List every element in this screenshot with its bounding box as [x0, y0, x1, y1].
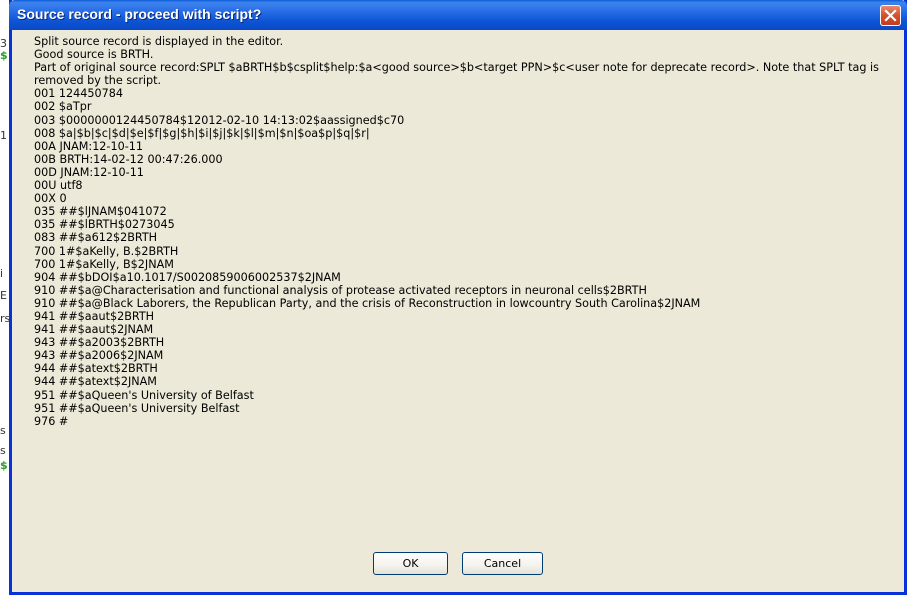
message-line: 951 ##$aQueen's University Belfast — [34, 401, 240, 415]
message-line: 944 ##$atext$2BRTH — [34, 362, 158, 376]
message-line: Part of original source record:SPLT $aBR… — [34, 61, 883, 88]
message-line: 035 ##$lBRTH$0273045 — [34, 218, 175, 232]
background-text: i — [0, 267, 4, 280]
message-line: 00A JNAM:12-10-11 — [34, 139, 143, 153]
ok-button[interactable]: OK — [373, 552, 448, 575]
message-line: 00U utf8 — [34, 179, 83, 193]
close-icon — [884, 9, 897, 22]
message-line: 083 ##$a612$2BRTH — [34, 231, 158, 245]
background-text: s — [0, 424, 6, 437]
dialog-title: Source record - proceed with script? — [17, 6, 262, 22]
message-line: 700 1#$aKelly, B$2JNAM — [34, 257, 174, 271]
message-line: 943 ##$a2006$2JNAM — [34, 349, 164, 363]
message-line: 002 $aTpr — [34, 100, 92, 114]
message-line: 035 ##$lJNAM$041072 — [34, 205, 167, 219]
message-line: 951 ##$aQueen's University of Belfast — [34, 388, 254, 402]
message-line: 910 ##$a@Characterisation and functional… — [34, 283, 647, 297]
background-text: E — [0, 289, 7, 302]
message-line: 910 ##$a@Black Laborers, the Republican … — [34, 296, 701, 310]
title-bar[interactable]: Source record - proceed with script? — [9, 0, 907, 30]
background-text: $ — [0, 49, 8, 62]
background-text: s — [0, 444, 6, 457]
message-line: 003 $0000000124450784$12012-02-10 14:13:… — [34, 113, 405, 127]
button-row: OK Cancel — [12, 552, 904, 575]
message-line: 944 ##$atext$2JNAM — [34, 375, 157, 389]
message-line: 943 ##$a2003$2BRTH — [34, 336, 165, 350]
message-line: 700 1#$aKelly, B.$2BRTH — [34, 244, 179, 258]
message-line: 941 ##$aaut$2JNAM — [34, 323, 154, 337]
message-line: 00B BRTH:14-02-12 00:47:26.000 — [34, 152, 223, 166]
message-line: 941 ##$aaut$2BRTH — [34, 309, 155, 323]
message-line: 008 $a|$b|$c|$d|$e|$f|$g|$h|$i|$j|$k|$l|… — [34, 126, 370, 140]
background-text: 1 — [0, 129, 7, 142]
message-line: 904 ##$bDOI$a10.1017/S0020859006002537$2… — [34, 270, 341, 284]
message-line: 001 124450784 — [34, 87, 123, 101]
message-line: Split source record is displayed in the … — [34, 35, 284, 48]
cancel-button[interactable]: Cancel — [462, 552, 543, 575]
message-line: 976 # — [34, 414, 69, 428]
message-line: 00X 0 — [34, 192, 67, 206]
message-dialog: Source record - proceed with script? Spl… — [9, 0, 907, 595]
message-line: 00D JNAM:12-10-11 — [34, 165, 144, 179]
background-text: $ — [0, 459, 8, 472]
message-line: Good source is BRTH. — [34, 48, 154, 62]
message-text: Split source record is displayed in the … — [34, 35, 900, 428]
close-button[interactable] — [880, 5, 901, 26]
